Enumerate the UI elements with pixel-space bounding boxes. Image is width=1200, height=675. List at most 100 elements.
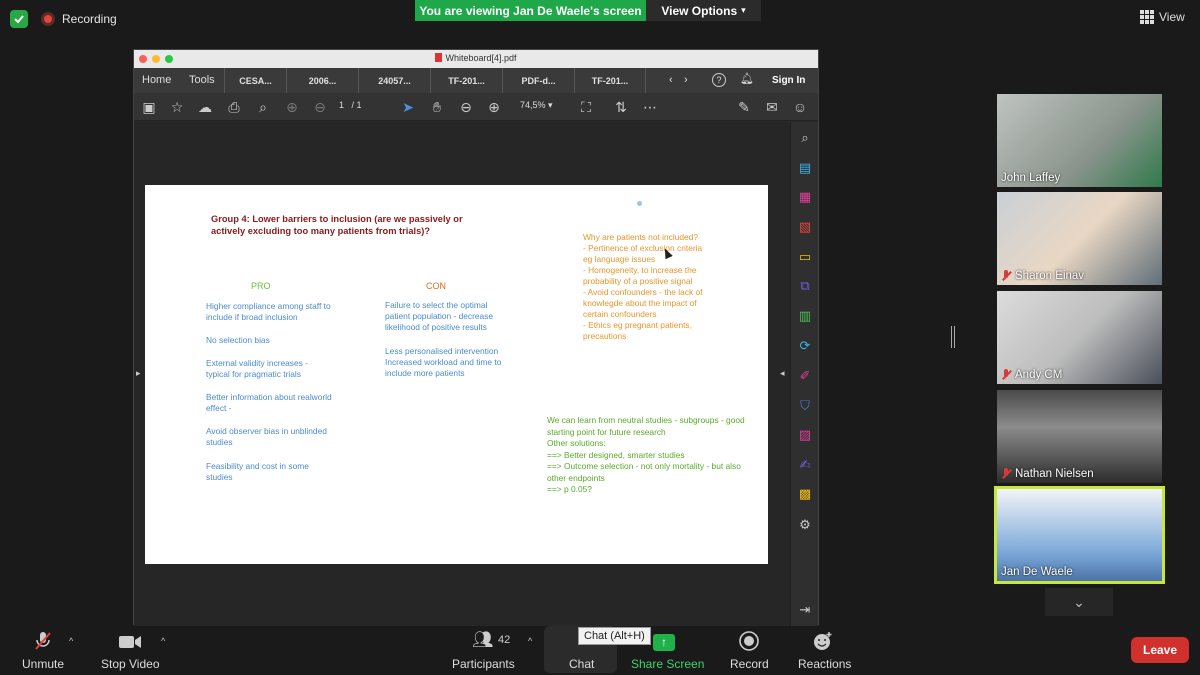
page-current[interactable]: 1 [339,100,344,110]
pro-item: No selection bias [206,335,270,345]
select-cursor-icon[interactable]: ➤ [400,99,416,115]
zoom-out-icon[interactable]: ⊖ [458,99,474,115]
zoom-search-icon[interactable]: ⌕ [255,99,271,115]
security-shield-icon[interactable] [10,10,28,28]
export-pdf-icon[interactable]: ▧ [797,219,813,235]
tab-prev-icon[interactable]: ‹ [669,74,673,86]
muted-mic-icon [1001,468,1011,480]
participant-name-tag: John Laffey [1001,172,1060,184]
bell-icon[interactable]: 🔔︎ [740,72,754,85]
reactions-button[interactable]: Reactions [798,626,851,671]
more-options-icon[interactable]: ⋯ [642,99,658,115]
menu-tools[interactable]: Tools [189,74,215,86]
tab-next-icon[interactable]: › [684,74,688,86]
unmute-button[interactable]: Unmute [22,626,64,671]
pro-item: Higher compliance among staff to include… [206,301,331,322]
participants-options-caret-icon[interactable]: ^ [528,636,532,646]
video-tile[interactable]: Sharon Einav [997,192,1162,285]
save-icon[interactable]: ▣ [141,99,157,115]
muted-mic-icon [1001,270,1011,282]
sign-pen-icon[interactable]: ✎ [736,99,752,115]
participant-name-tag: Sharon Einav [1001,270,1084,282]
unmute-label: Unmute [22,657,65,671]
send-review-icon[interactable]: ⟳ [797,338,813,354]
view-options-label: View Options [661,3,738,18]
fill-sign-icon[interactable]: ✐ [797,368,813,384]
participant-name: John Laffey [1001,172,1061,184]
tools-right-panel: ⌕ ▤ ▦ ▧ ▭ ⧉ ▥ ⟳ ✐ ⛉ ▨ ✍ ▩ ⚙ ⇥ [790,122,818,626]
upload-cloud-icon[interactable]: ☁ [197,99,213,115]
video-tile[interactable]: Nathan Nielsen [997,390,1162,483]
doc-tab[interactable]: 24057... [358,68,430,93]
pro-item: Feasibility and cost in some studies [206,461,309,482]
record-button[interactable]: Record [730,626,769,671]
pro-item: External validity increases - typical fo… [206,358,308,379]
more-tools-icon[interactable]: ⚙ [797,517,813,533]
more-participants-button[interactable]: ⌄ [1045,588,1113,616]
learn-from-neutral-block: We can learn from neutral studies - subg… [547,415,745,494]
zoom-level[interactable]: 74,5% ▾ [520,100,553,111]
print-icon[interactable]: ⎙ [226,99,242,115]
pdf-toolbar: ▣ ☆ ☁ ⎙ ⌕ ⊕ ⊖ 1 / 1 ➤ ✋︎ ⊖ ⊕ 74,5% ▾ ⛶ ⇅… [134,93,818,121]
stamp-icon[interactable]: ▩ [797,486,813,502]
doc-tab[interactable]: TF-201... [574,68,646,93]
participant-name-tag: Andy CM [1001,369,1062,381]
scroll-mode-icon[interactable]: ⇅ [613,99,629,115]
zoom-in-icon[interactable]: ⊕ [486,99,502,115]
signature-icon[interactable]: ✍ [797,457,813,473]
fit-page-icon[interactable]: ⛶ [578,99,594,115]
con-item: Failure to select the optimal patient po… [385,300,494,332]
participants-label: Participants [452,657,515,671]
doc-tab[interactable]: CESA... [224,68,286,93]
help-icon[interactable]: ? [712,73,726,87]
sign-in-button[interactable]: Sign In [772,75,805,86]
protect-shield-icon[interactable]: ⛉ [797,398,813,414]
active-speaker-tile[interactable]: Jan De Waele [994,486,1165,584]
record-icon [739,631,759,651]
pro-item: Better information about realworld effec… [206,392,332,413]
right-panel-toggle-icon[interactable]: ◂ [780,368,785,379]
chat-tooltip: Chat (Alt+H) [578,627,651,645]
pointer-dot [637,201,642,206]
collapse-panel-icon[interactable]: ⇥ [797,602,813,618]
stop-video-button[interactable]: Stop Video [101,626,160,671]
chevron-down-icon: ⌄ [1073,593,1085,610]
chevron-down-icon: ▾ [741,5,746,15]
reactions-smiley-icon [814,632,832,650]
edit-pdf-icon[interactable]: ▥ [797,308,813,324]
comment-icon[interactable]: ▭ [797,249,813,265]
audio-options-caret-icon[interactable]: ^ [69,636,73,646]
video-options-caret-icon[interactable]: ^ [161,636,165,646]
page-down-icon[interactable]: ⊖ [312,99,328,115]
participant-name: Andy CM [1015,369,1063,381]
star-icon[interactable]: ☆ [169,99,185,115]
menu-home[interactable]: Home [142,74,171,86]
pro-heading: PRO [251,281,271,291]
left-panel-toggle-icon[interactable]: ▸ [136,368,141,379]
doc-tab[interactable]: 2006... [286,68,358,93]
window-titlebar: Whiteboard[4].pdf [134,50,818,68]
compress-pdf-icon[interactable]: ▨ [797,427,813,443]
view-button[interactable]: View [1140,8,1190,26]
hand-tool-icon[interactable]: ✋︎ [429,99,445,115]
panel-divider-handle[interactable] [951,326,955,348]
email-icon[interactable]: ✉ [764,99,780,115]
doc-tab[interactable]: PDF-d... [502,68,574,93]
leave-button[interactable]: Leave [1131,637,1189,663]
recording-label: Recording [62,12,117,26]
doc-tab[interactable]: TF-201... [430,68,502,93]
combine-files-icon[interactable]: ⧉ [797,278,813,294]
video-tile[interactable]: John Laffey [997,94,1162,187]
page-indicator[interactable]: 1 / 1 [339,100,362,110]
organize-pages-icon[interactable]: ▦ [797,189,813,205]
view-options-button[interactable]: View Options ▾ [646,0,761,21]
page-up-icon[interactable]: ⊕ [284,99,300,115]
pdf-file-icon [435,53,443,62]
create-pdf-icon[interactable]: ▤ [797,160,813,176]
share-screen-arrow-icon[interactable]: ↑ [653,634,675,651]
window-title-text: Whiteboard[4].pdf [445,53,517,63]
zoom-tool-icon[interactable]: ⌕ [797,130,813,146]
video-tile[interactable]: Andy CM [997,291,1162,384]
share-user-icon[interactable]: ☺ [792,99,808,115]
zoom-value: 74,5% [520,100,546,110]
